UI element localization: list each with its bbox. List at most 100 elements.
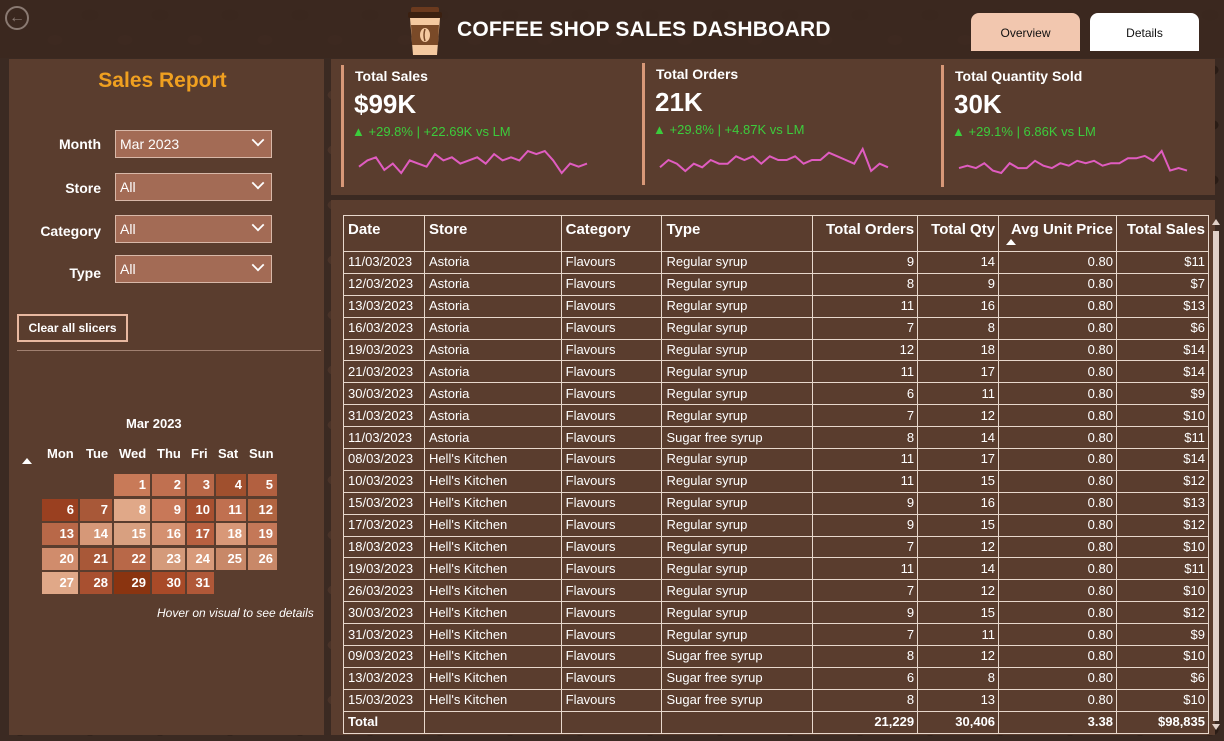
scroll-up-icon[interactable] — [1212, 219, 1220, 225]
calendar-day-cell[interactable]: 24 — [187, 548, 214, 570]
scrollbar-thumb[interactable] — [1213, 231, 1219, 721]
calendar-day-cell[interactable]: 15 — [114, 523, 150, 545]
table-row[interactable]: 26/03/2023 Hell's Kitchen Flavours Regular … — [343, 579, 1210, 603]
calendar-day-cell[interactable]: 10 — [187, 499, 214, 521]
kpi-total-orders[interactable]: Total Orders 21K ▲ +29.8% | +4.87K vs LM — [642, 63, 932, 185]
calendar-day-cell[interactable]: 27 — [42, 572, 78, 594]
calendar-day-cell[interactable]: 8 — [114, 499, 150, 521]
category-slicer[interactable]: All — [115, 215, 272, 243]
type-slicer[interactable]: All — [115, 255, 272, 283]
calendar-day-cell[interactable]: 3 — [187, 474, 214, 496]
cell-qty: 14 — [917, 557, 1000, 581]
calendar-day-cell[interactable]: 22 — [114, 548, 150, 570]
back-arrow-icon[interactable]: ← — [5, 6, 29, 30]
calendar-day-cell[interactable]: 9 — [152, 499, 185, 521]
calendar-day-cell[interactable]: 23 — [152, 548, 185, 570]
column-header-date[interactable]: Date — [343, 215, 425, 252]
cell-sales: $12 — [1115, 601, 1210, 625]
cell-date: 26/03/2023 — [343, 579, 425, 603]
cell-store: Astoria — [423, 251, 562, 274]
cell-orders: 8 — [812, 426, 919, 450]
calendar-day-cell[interactable]: 30 — [152, 572, 185, 594]
cell-category: Flavours — [560, 623, 663, 647]
table-row[interactable]: 31/03/2023 Hell's Kitchen Flavours Regular … — [343, 623, 1210, 647]
calendar-day-cell[interactable]: 1 — [114, 474, 150, 496]
table-cell — [560, 710, 663, 734]
cell-type: Regular syrup — [661, 513, 814, 537]
sales-report-title: Sales Report — [98, 69, 227, 92]
cell-type: Regular syrup — [661, 404, 814, 428]
column-header-total-orders[interactable]: Total Orders — [812, 215, 919, 252]
table-row[interactable]: 11/03/2023 Astoria Flavours Regular syrup 9 1… — [343, 251, 1210, 274]
column-header-total-sales[interactable]: Total Sales — [1115, 215, 1210, 252]
table-row[interactable]: 16/03/2023 Astoria Flavours Regular syrup 7 8… — [343, 316, 1210, 340]
table-row[interactable]: 15/03/2023 Hell's Kitchen Flavours Sugar fr… — [343, 688, 1210, 712]
cell-price: 0.80 — [998, 382, 1117, 406]
table-row[interactable]: 08/03/2023 Hell's Kitchen Flavours Regular … — [343, 448, 1210, 471]
tab-details[interactable]: Details — [1090, 13, 1199, 51]
table-row[interactable]: 12/03/2023 Astoria Flavours Regular syrup 8 9… — [343, 272, 1210, 296]
kpi-total-quantity[interactable]: Total Quantity Sold 30K ▲ +29.1% | 6.86K… — [941, 65, 1224, 187]
month-slicer[interactable]: Mar 2023 — [115, 130, 272, 158]
cell-qty: 13 — [917, 688, 1000, 712]
table-row[interactable]: 30/03/2023 Hell's Kitchen Flavours Regular … — [343, 601, 1210, 625]
store-slicer[interactable]: All — [115, 173, 272, 201]
table-row[interactable]: 10/03/2023 Hell's Kitchen Flavours Regular … — [343, 469, 1210, 493]
table-row[interactable]: 30/03/2023 Astoria Flavours Regular syrup 6 1… — [343, 382, 1210, 406]
calendar-day-cell[interactable]: 11 — [216, 499, 246, 521]
table-row[interactable]: 18/03/2023 Hell's Kitchen Flavours Regular … — [343, 535, 1210, 559]
column-header-avg-unit-price[interactable]: Avg Unit Price — [998, 215, 1117, 252]
table-row[interactable]: 13/03/2023 Astoria Flavours Regular syrup 11… — [343, 294, 1210, 318]
calendar-day-cell[interactable]: 17 — [187, 523, 214, 545]
column-header-category[interactable]: Category — [560, 215, 663, 252]
cell-category: Flavours — [560, 360, 663, 384]
calendar-day-cell[interactable]: 7 — [80, 499, 112, 521]
calendar-day-cell[interactable]: 28 — [80, 572, 112, 594]
table-row[interactable]: 13/03/2023 Hell's Kitchen Flavours Sugar fr… — [343, 666, 1210, 690]
table-scrollbar[interactable] — [1212, 217, 1220, 732]
calendar-day-cell[interactable]: 20 — [42, 548, 78, 570]
calendar-day-cell[interactable]: 29 — [114, 572, 150, 594]
cell-qty: 11 — [917, 623, 1000, 647]
table-row[interactable]: 15/03/2023 Hell's Kitchen Flavours Regular … — [343, 491, 1210, 515]
cell-store: Astoria — [423, 426, 562, 450]
calendar-day-cell[interactable]: 19 — [248, 523, 277, 545]
table-row[interactable]: 11/03/2023 Astoria Flavours Sugar free syru… — [343, 426, 1210, 450]
cell-type: Regular syrup — [661, 448, 814, 471]
table-row[interactable]: 19/03/2023 Hell's Kitchen Flavours Regular … — [343, 557, 1210, 581]
cell-store: Hell's Kitchen — [423, 535, 562, 559]
table-row[interactable]: 21/03/2023 Astoria Flavours Regular syrup 11… — [343, 360, 1210, 384]
column-header-type[interactable]: Type — [661, 215, 814, 252]
calendar-day-cell[interactable]: 12 — [248, 499, 277, 521]
table-row[interactable]: 19/03/2023 Astoria Flavours Regular syrup 12… — [343, 338, 1210, 362]
scroll-down-icon[interactable] — [1212, 724, 1220, 730]
table-row[interactable]: 31/03/2023 Astoria Flavours Regular syrup 7 1… — [343, 404, 1210, 428]
calendar-day-cell[interactable]: 18 — [216, 523, 246, 545]
column-header-store[interactable]: Store — [423, 215, 562, 252]
calendar-day-cell[interactable]: 31 — [187, 572, 214, 594]
calendar-day-cell[interactable]: 13 — [42, 523, 78, 545]
cell-date: 15/03/2023 — [343, 688, 425, 712]
calendar-day-cell[interactable]: 4 — [216, 474, 246, 496]
sort-arrow-icon[interactable] — [22, 458, 32, 464]
cell-store: Astoria — [423, 338, 562, 362]
clear-slicers-button[interactable]: Clear all slicers — [17, 314, 128, 342]
calendar-day-cell[interactable]: 6 — [42, 499, 78, 521]
table-row[interactable]: 09/03/2023 Hell's Kitchen Flavours Sugar fr… — [343, 645, 1210, 668]
calendar-day-cell[interactable]: 26 — [248, 548, 277, 570]
kpi-total-sales[interactable]: Total Sales $99K ▲ +29.8% | +22.69K vs L… — [341, 65, 631, 187]
calendar-day-cell[interactable]: 5 — [248, 474, 277, 496]
cell-price: 0.80 — [998, 513, 1117, 537]
column-header-total-qty[interactable]: Total Qty — [917, 215, 1000, 252]
table-row[interactable]: 17/03/2023 Hell's Kitchen Flavours Regular … — [343, 513, 1210, 537]
calendar-day-cell[interactable]: 14 — [80, 523, 112, 545]
calendar-day-cell[interactable]: 16 — [152, 523, 185, 545]
tab-overview[interactable]: Overview — [971, 13, 1080, 51]
cell-store: Hell's Kitchen — [423, 513, 562, 537]
cell-qty: 17 — [917, 360, 1000, 384]
cell-qty: 15 — [917, 469, 1000, 493]
calendar-day-cell[interactable]: 2 — [152, 474, 185, 496]
cell-orders: 8 — [812, 272, 919, 296]
calendar-day-cell[interactable]: 21 — [80, 548, 112, 570]
calendar-day-cell[interactable]: 25 — [216, 548, 246, 570]
